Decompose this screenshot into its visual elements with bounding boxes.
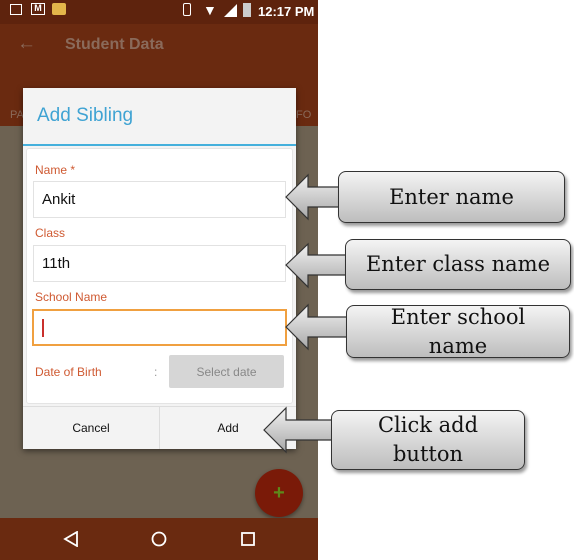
arrow-icon: [285, 303, 349, 351]
arrow-icon: [285, 173, 341, 221]
arrow-icon: [285, 242, 348, 289]
callout-click-add: Click add button: [331, 410, 525, 470]
callout-enter-school: Enter school name: [346, 305, 570, 358]
arrow-icon: [263, 406, 334, 454]
callout-enter-name: Enter name: [338, 171, 565, 223]
callout-enter-class: Enter class name: [345, 239, 571, 290]
